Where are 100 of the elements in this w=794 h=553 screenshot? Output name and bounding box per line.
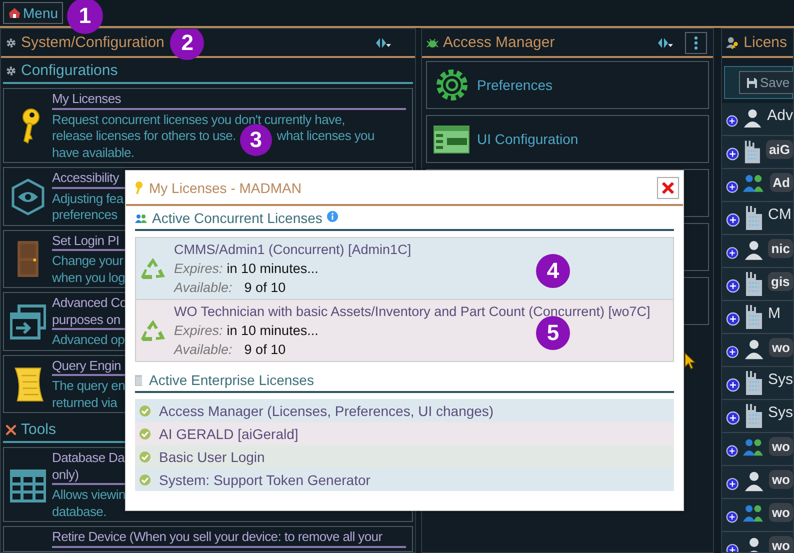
add-icon xyxy=(726,312,740,326)
save-button[interactable]: Save xyxy=(739,71,793,94)
menu-button[interactable]: Menu xyxy=(3,2,64,24)
card-description: Allows viewin xyxy=(52,487,126,504)
user-tag: wo xyxy=(768,338,793,357)
gear-icon xyxy=(5,36,17,48)
add-icon xyxy=(726,378,740,392)
building-icon xyxy=(745,206,763,230)
add-icon xyxy=(726,246,739,260)
cursor-icon xyxy=(684,352,696,370)
license-row[interactable]: gis xyxy=(722,268,793,301)
license-row[interactable]: nic xyxy=(722,235,793,268)
add-icon xyxy=(726,147,740,161)
recycle-icon xyxy=(140,318,166,342)
save-icon xyxy=(746,76,758,88)
menu-card[interactable]: UI Configuration xyxy=(426,115,709,163)
card-title: purposes on xyxy=(52,312,120,328)
user-tag: nic xyxy=(768,239,793,258)
kebab-icon xyxy=(694,36,698,50)
license-row[interactable]: Adv xyxy=(722,103,793,136)
add-icon xyxy=(726,180,738,194)
building-icon xyxy=(745,272,763,296)
license-row[interactable]: wo xyxy=(722,532,793,552)
field-label: Available: xyxy=(174,341,232,359)
row-label: Adv xyxy=(767,107,793,124)
building-icon xyxy=(745,371,763,395)
panel-title: System/Configuration xyxy=(21,34,164,51)
check-icon xyxy=(139,428,151,440)
gear-icon xyxy=(5,64,17,76)
field-label: Expires: xyxy=(174,322,223,340)
person-icon xyxy=(743,107,762,129)
row-label: Sys xyxy=(768,404,793,421)
card-description: when you log xyxy=(52,270,126,286)
user-tag: Ad xyxy=(770,173,793,192)
license-row[interactable]: wo xyxy=(722,334,793,367)
field-label: Available: xyxy=(174,279,232,297)
add-icon xyxy=(726,114,738,128)
row-label: CM xyxy=(768,206,792,223)
building-icon xyxy=(135,374,144,386)
menu-card[interactable]: Retire Device (When you sell your device: to remove all your xyxy=(3,526,413,552)
check-icon xyxy=(139,404,151,416)
card-description: returned via xyxy=(52,394,118,411)
menu-card[interactable]: Preferences xyxy=(426,61,709,109)
info-icon xyxy=(327,211,338,222)
bug-icon xyxy=(426,38,439,48)
license-row[interactable]: CM xyxy=(722,202,793,235)
menu-label: Preferences xyxy=(477,77,552,93)
person-icon xyxy=(744,338,764,360)
section-title: Active Enterprise Licenses xyxy=(149,372,314,388)
card-title: Database Da xyxy=(52,450,125,466)
close-button[interactable] xyxy=(657,176,679,198)
group-icon xyxy=(743,503,764,523)
card-description: preferences xyxy=(52,207,118,224)
user-tag: wo xyxy=(768,437,793,456)
person-icon xyxy=(744,239,764,261)
field-value: in 10 minutes... xyxy=(226,260,318,278)
house-icon xyxy=(8,7,21,19)
key-icon xyxy=(134,180,143,194)
license-row[interactable]: aiG xyxy=(722,136,793,169)
window-icon xyxy=(10,302,46,341)
license-row[interactable]: M xyxy=(722,301,793,334)
card-title: Accessibility xyxy=(52,170,119,186)
user-tag: aiG xyxy=(766,140,793,159)
eye-icon xyxy=(10,178,46,216)
tools-icon xyxy=(5,424,17,436)
menu-card[interactable]: My Licenses Request concurrent licenses you don't currently have, release licenses for others to use. 3 what licenses you have available. xyxy=(3,88,413,163)
row-label: Sys xyxy=(768,371,793,388)
user-tag: wo xyxy=(768,503,793,522)
card-title: only) xyxy=(52,466,79,483)
license-row[interactable]: Ad xyxy=(722,169,793,202)
card-description: database. xyxy=(52,504,106,520)
license-row[interactable]: wo xyxy=(722,466,793,499)
license-name: CMMS/Admin1 (Concurrent) [Admin1C] xyxy=(174,241,412,259)
card-description: what licenses you xyxy=(276,128,374,144)
close-icon xyxy=(661,180,675,194)
layout-toggle-icon xyxy=(657,36,673,48)
building-icon xyxy=(745,305,763,329)
card-title: Retire Device (When you sell your device: to remove all your xyxy=(52,529,382,546)
more-button[interactable] xyxy=(685,32,707,54)
user-tag: wo xyxy=(768,470,793,489)
card-description: Advanced op xyxy=(52,332,125,348)
license-row[interactable]: wo xyxy=(722,499,793,532)
add-icon xyxy=(726,444,738,458)
card-description: Change your xyxy=(52,253,124,270)
license-item: Access Manager (Licenses, Preferences, UI changes) xyxy=(159,402,494,418)
license-row[interactable]: Sys xyxy=(722,400,793,433)
license-row[interactable]: wo xyxy=(722,433,793,466)
building-icon xyxy=(745,404,763,428)
card-description: Adjusting fea xyxy=(52,190,124,207)
add-icon xyxy=(726,213,740,227)
license-row[interactable]: Sys xyxy=(722,367,793,400)
building-icon xyxy=(744,140,762,164)
panel-title: Licens xyxy=(744,34,787,51)
add-icon xyxy=(726,345,739,359)
card-description: The query en xyxy=(52,378,126,394)
person-icon xyxy=(744,470,764,492)
add-icon xyxy=(726,477,739,491)
add-icon xyxy=(726,510,738,524)
field-value: in 10 minutes... xyxy=(226,322,318,340)
section-title: Tools xyxy=(21,421,56,438)
